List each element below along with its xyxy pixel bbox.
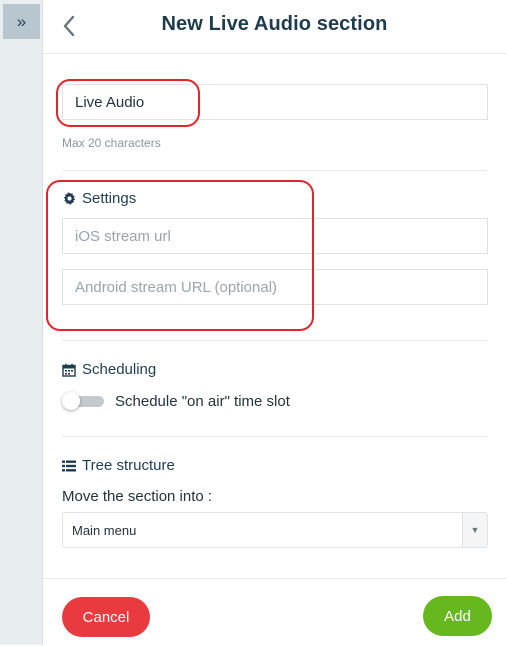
scheduling-title: Scheduling xyxy=(82,361,157,378)
schedule-toggle[interactable] xyxy=(62,392,106,410)
move-section-label: Move the section into : xyxy=(62,488,213,505)
divider xyxy=(62,436,487,437)
section-panel: New Live Audio section Live Audio Max 20… xyxy=(43,0,506,646)
gear-icon xyxy=(62,192,76,206)
page-title: New Live Audio section xyxy=(161,13,388,35)
expand-sidebar-button[interactable]: » xyxy=(3,4,40,39)
schedule-toggle-label: Schedule "on air" time slot xyxy=(115,393,290,410)
parent-section-select[interactable]: Main menu ▼ xyxy=(62,512,488,548)
tree-structure-heading: Tree structure xyxy=(62,457,175,474)
panel-header: New Live Audio section xyxy=(43,0,506,54)
name-hint: Max 20 characters xyxy=(62,136,161,150)
android-stream-url-input[interactable]: Android stream URL (optional) xyxy=(62,269,488,305)
cancel-button[interactable]: Cancel xyxy=(62,597,150,637)
select-value: Main menu xyxy=(72,523,137,538)
double-chevron-right-icon: » xyxy=(16,11,27,31)
settings-heading: Settings xyxy=(62,190,136,207)
dropdown-arrow-icon[interactable]: ▼ xyxy=(462,513,487,547)
left-rail: » xyxy=(0,0,43,645)
calendar-icon xyxy=(62,363,76,377)
toggle-knob xyxy=(62,392,80,410)
scheduling-heading: Scheduling xyxy=(62,361,156,378)
divider xyxy=(62,340,487,341)
divider xyxy=(62,170,487,171)
ios-stream-url-input[interactable]: iOS stream url xyxy=(62,218,488,254)
add-button[interactable]: Add xyxy=(423,596,492,636)
section-name-input[interactable]: Live Audio xyxy=(62,84,488,120)
settings-title: Settings xyxy=(82,190,137,207)
tree-structure-title: Tree structure xyxy=(82,457,175,474)
list-icon xyxy=(62,459,76,473)
